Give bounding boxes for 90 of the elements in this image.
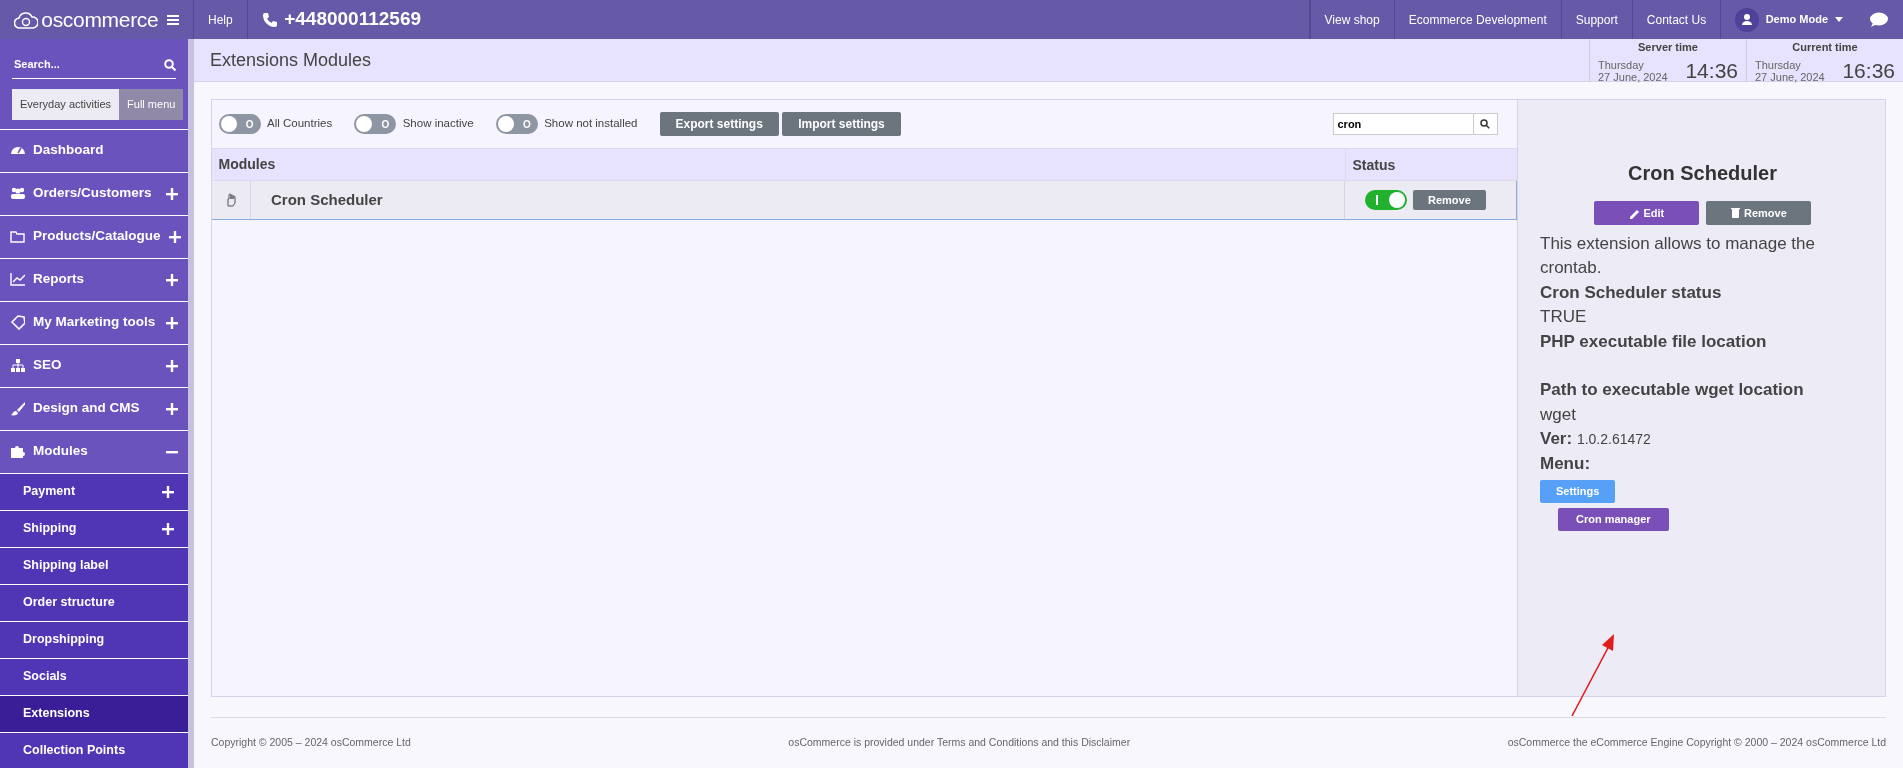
menu-tab[interactable]: Full menu <box>119 89 184 120</box>
sidebar-item[interactable]: Orders/Customers <box>0 171 188 215</box>
search-icon <box>164 58 176 71</box>
detail-heading: Menu: <box>1540 452 1592 475</box>
filter-label: Show inactive <box>402 116 474 132</box>
on-mark-icon <box>1375 195 1378 205</box>
sitemap-icon <box>10 358 25 373</box>
toggle-switch[interactable]: O <box>354 114 397 134</box>
remove-button[interactable]: Remove <box>1705 201 1811 225</box>
user-name[interactable]: Demo Mode <box>1765 11 1828 28</box>
plus-icon[interactable] <box>162 522 174 535</box>
remove-button[interactable]: Remove <box>1413 189 1486 211</box>
clock-title: Current time <box>1791 39 1859 55</box>
detail-text: wget <box>1540 403 1577 426</box>
menu-icon[interactable] <box>167 14 179 25</box>
detail-heading: Path to executable wget location <box>1540 379 1805 401</box>
clock-time: 14:36 <box>1685 58 1738 84</box>
sidebar-subitem[interactable]: Collection Points <box>0 731 188 768</box>
pencil-icon <box>1629 207 1641 219</box>
sidebar-item[interactable]: My Marketing tools <box>0 300 188 344</box>
clock-time: 16:36 <box>1842 58 1895 84</box>
logo-text: oscommerce <box>41 6 159 33</box>
sidebar-subitem[interactable]: Payment <box>0 472 188 510</box>
column-header: Modules <box>217 155 277 174</box>
filter-label: Show not installed <box>544 116 638 132</box>
detail-heading: Cron Scheduler status <box>1540 281 1723 304</box>
users-icon <box>10 186 25 201</box>
footer-link[interactable]: Disclaimer <box>1081 735 1131 748</box>
clock-title: Server time <box>1637 39 1699 55</box>
caret-icon[interactable] <box>1834 17 1843 22</box>
plus-icon[interactable] <box>162 485 174 498</box>
menu-button[interactable]: Cron manager <box>1558 508 1669 531</box>
table-row[interactable]: Cron Scheduler Remove <box>212 181 1517 220</box>
phone-icon <box>261 11 278 28</box>
clock-date: 27 June, 2024 <box>1598 70 1668 83</box>
detail-heading: PHP executable file location <box>1540 330 1768 353</box>
sidebar-item[interactable]: SEO <box>0 343 188 387</box>
sidebar-subitem[interactable]: Dropshipping <box>0 620 188 658</box>
sidebar-subitem[interactable]: Socials <box>0 657 188 695</box>
detail-text: TRUE <box>1540 306 1588 328</box>
sidebar-subitem[interactable]: Shipping <box>0 509 188 547</box>
copyright-text: Copyright © 2005 – 2024 osCommerce Ltd <box>211 734 411 750</box>
plus-icon[interactable] <box>166 402 178 415</box>
chat-icon[interactable] <box>1869 11 1889 28</box>
search-field[interactable]: Search... <box>12 55 164 74</box>
sidebar-subitem[interactable]: Shipping label <box>0 546 188 584</box>
toggle-switch[interactable] <box>1364 190 1407 210</box>
search-icon <box>1480 119 1490 129</box>
plus-icon[interactable] <box>166 316 178 329</box>
footer-link[interactable]: osCommerce Ltd <box>330 735 411 748</box>
search-button[interactable] <box>1473 113 1498 135</box>
brush-icon <box>10 401 25 416</box>
toolbar-button[interactable]: Export settings <box>659 112 779 136</box>
edit-button[interactable]: Edit <box>1594 201 1700 225</box>
sidebar-item[interactable]: Reports <box>0 257 188 301</box>
trash-icon <box>1729 207 1741 219</box>
toggle-switch[interactable]: O <box>495 114 538 134</box>
clock-day: Thursday <box>1755 58 1825 71</box>
plus-icon[interactable] <box>166 273 178 286</box>
plus-icon[interactable] <box>166 187 178 200</box>
plus-icon[interactable] <box>168 230 181 243</box>
engine-copyright-text: osCommerce the eCommerce Engine Copyright © 2000 – 2024 osCommerce Ltd <box>1507 734 1886 750</box>
hand-icon[interactable] <box>225 193 237 207</box>
detail-text: This extension allows to manage the crontab. <box>1540 232 1816 279</box>
page-title: Extensions Modules <box>209 48 372 72</box>
tag-icon <box>10 315 25 330</box>
toolbar-button[interactable]: Import settings <box>782 112 901 136</box>
version-text: Ver: 1.0.2.61472 <box>1540 428 1652 450</box>
chart-icon <box>10 272 25 287</box>
details-title: Cron Scheduler <box>1627 161 1778 186</box>
license-text: osCommerce is provided under Terms and Conditions and this Disclaimer <box>788 734 1131 750</box>
sidebar-subitem[interactable]: Order structure <box>0 583 188 621</box>
folder-icon <box>10 229 25 244</box>
sidebar-item[interactable]: Modules <box>0 429 188 473</box>
search-input[interactable]: cron <box>1332 113 1474 135</box>
phone-number: +448000112569 <box>284 7 422 32</box>
sidebar-item[interactable]: Products/Catalogue <box>0 214 188 258</box>
toggle-switch[interactable]: O <box>218 114 261 134</box>
plus-icon[interactable] <box>166 359 178 372</box>
footer-link[interactable]: Terms and Conditions <box>936 735 1039 748</box>
sidebar-item[interactable]: Dashboard <box>0 128 188 172</box>
filter-label: All Countries <box>267 116 333 132</box>
puzzle-icon <box>10 444 25 459</box>
user-avatar-icon <box>1735 7 1760 32</box>
clock-date: 27 June, 2024 <box>1755 70 1825 83</box>
clock-day: Thursday <box>1598 58 1668 71</box>
table-cell-text: Cron Scheduler <box>270 189 384 210</box>
sidebar-subitem[interactable]: Extensions <box>0 694 188 732</box>
menu-tab[interactable]: Everyday activities <box>12 89 120 120</box>
sidebar-item[interactable]: Design and CMS <box>0 386 188 430</box>
